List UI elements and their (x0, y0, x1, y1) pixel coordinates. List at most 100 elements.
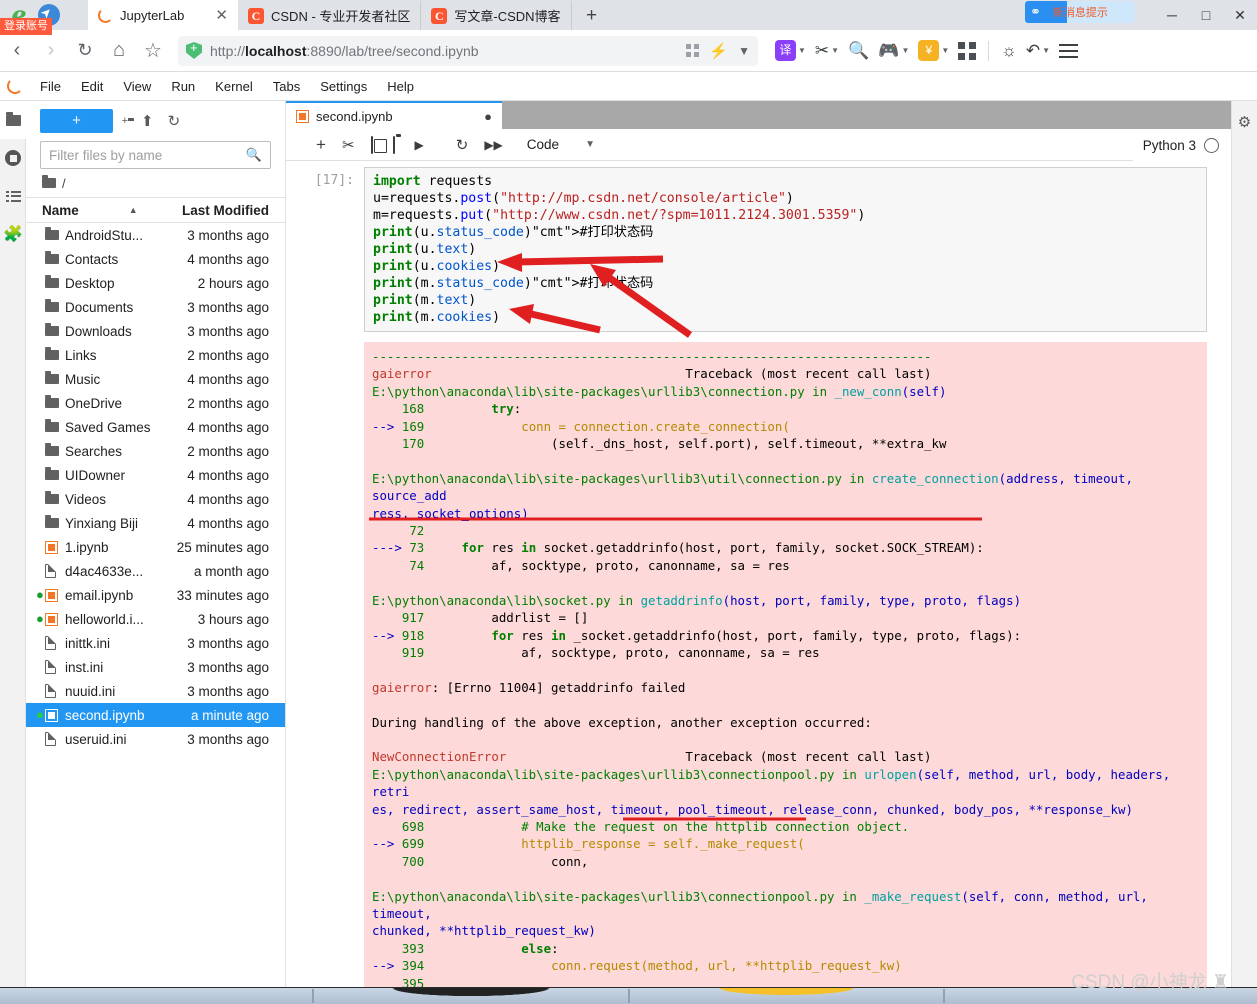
taskbar-item[interactable] (631, 988, 942, 1004)
file-list-item[interactable]: Links 2 months ago (26, 343, 285, 367)
file-list-item[interactable]: Contacts 4 months ago (26, 247, 285, 271)
column-header-name[interactable]: Name ▲ (42, 203, 165, 218)
kernel-status[interactable]: Python 3 (1132, 129, 1231, 161)
menu-kernel[interactable]: Kernel (205, 72, 263, 101)
brightness-icon[interactable]: ☼ (998, 41, 1020, 61)
browser-tab-jupyterlab[interactable]: JupyterLab ✕ (88, 0, 238, 30)
file-list-item[interactable]: Documents 3 months ago (26, 295, 285, 319)
folder-icon (45, 443, 65, 456)
kernel-name: Python 3 (1142, 137, 1196, 153)
cut-icon[interactable]: ✂ (342, 136, 355, 154)
menu-icon[interactable] (1056, 43, 1081, 58)
file-list-item[interactable]: d4ac4633e... a month ago (26, 559, 285, 583)
file-list-item[interactable]: Saved Games 4 months ago (26, 415, 285, 439)
taskbar-item[interactable] (0, 988, 310, 1004)
file-list-item[interactable]: useruid.ini 3 months ago (26, 727, 285, 751)
close-icon[interactable]: ✕ (203, 6, 228, 24)
extensions-icon[interactable]: 🧩 (0, 215, 26, 253)
minimize-button[interactable]: ─ (1155, 0, 1189, 30)
menu-edit[interactable]: Edit (71, 72, 113, 101)
maximize-button[interactable]: □ (1189, 0, 1223, 30)
scissors-icon[interactable]: ✂ ▼ (812, 41, 842, 61)
run-icon[interactable]: ▶ (415, 138, 424, 152)
filter-files-input[interactable] (49, 147, 246, 163)
file-list-item[interactable]: ● helloworld.i... 3 hours ago (26, 607, 285, 631)
copy-icon[interactable] (370, 135, 373, 154)
reload-icon[interactable]: ↻ (68, 40, 102, 61)
file-list-item[interactable]: Downloads 3 months ago (26, 319, 285, 343)
cell-type-select[interactable]: Code ▼ (527, 137, 595, 152)
file-list-item[interactable]: UIDowner 4 months ago (26, 463, 285, 487)
notebook-tab-second-ipynb[interactable]: second.ipynb ● (286, 101, 502, 129)
file-browser-icon[interactable] (0, 101, 26, 139)
game-icon[interactable]: 🎮 ▼ (875, 41, 912, 61)
translate-icon[interactable]: 译 ▼ (772, 40, 809, 61)
shield-yen-icon[interactable]: ¥ ▼ (915, 40, 952, 61)
menu-tabs[interactable]: Tabs (263, 72, 310, 101)
bookmark-star-icon[interactable]: ☆ (136, 38, 170, 63)
sort-ascending-icon: ▲ (128, 205, 138, 215)
forward-button[interactable]: › (34, 39, 68, 62)
file-list-item[interactable]: Searches 2 months ago (26, 439, 285, 463)
commands-icon[interactable] (0, 177, 26, 215)
bolt-icon[interactable]: ⚡ (709, 42, 728, 60)
file-list-item[interactable]: ● email.ipynb 33 minutes ago (26, 583, 285, 607)
apps-grid-icon[interactable] (955, 41, 979, 60)
file-list-item[interactable]: inst.ini 3 months ago (26, 655, 285, 679)
menu-settings[interactable]: Settings (310, 72, 377, 101)
qr-icon[interactable] (686, 44, 700, 57)
file-list-item[interactable]: Yinxiang Biji 4 months ago (26, 511, 285, 535)
menu-file[interactable]: File (30, 72, 71, 101)
file-list-item[interactable]: 1.ipynb 25 minutes ago (26, 535, 285, 559)
search-icon[interactable]: 🔍 (246, 147, 262, 163)
back-button[interactable]: ‹ (0, 39, 34, 62)
code-editor[interactable]: import requests u=requests.post("http://… (364, 167, 1207, 332)
search-icon[interactable]: 🔍 (845, 41, 872, 61)
jupyter-logo-icon (0, 72, 30, 101)
restart-kernel-icon[interactable]: ↻ (456, 136, 469, 154)
upload-icon[interactable]: ⬆ (141, 112, 154, 130)
menu-run[interactable]: Run (161, 72, 205, 101)
refresh-icon[interactable]: ↻ (168, 112, 181, 130)
close-button[interactable]: ✕ (1223, 0, 1257, 30)
running-indicator-icon: ● (36, 707, 44, 722)
account-notification-pill[interactable]: ⚭ 新消息提示 (1025, 1, 1135, 23)
jupyterlab-right-sidebar: ⚙ (1231, 101, 1257, 987)
file-list-item[interactable]: nuuid.ini 3 months ago (26, 679, 285, 703)
restart-run-all-icon[interactable]: ▶▶ (484, 138, 502, 152)
breadcrumb[interactable]: / (26, 169, 285, 197)
file-list-item[interactable]: OneDrive 2 months ago (26, 391, 285, 415)
breadcrumb-root[interactable]: / (62, 176, 66, 191)
file-list-item[interactable]: AndroidStu... 3 months ago (26, 223, 285, 247)
browser-tab-csdn-write[interactable]: C 写文章-CSDN博客 (421, 1, 572, 30)
undo-icon[interactable]: ↶ ▼ (1023, 41, 1053, 61)
property-inspector-icon[interactable]: ⚙ (1232, 113, 1257, 131)
notebook-cell: [17]: import requests u=requests.post("h… (286, 161, 1231, 332)
chevron-down-icon[interactable]: ▼ (738, 44, 750, 58)
filter-files-box[interactable]: 🔍 (40, 141, 271, 169)
file-list-item[interactable]: inittk.ini 3 months ago (26, 631, 285, 655)
file-name: email.ipynb (65, 587, 134, 603)
file-name: inittk.ini (65, 635, 111, 651)
security-shield-icon (186, 42, 202, 59)
file-list-item[interactable]: ● second.ipynb a minute ago (26, 703, 285, 727)
folder-icon (45, 371, 65, 384)
running-terminals-icon[interactable] (0, 139, 26, 177)
column-header-modified[interactable]: Last Modified (165, 203, 269, 218)
browser-extension-toolbar: 译 ▼ ✂ ▼ 🔍 🎮 ▼ ¥ ▼ ☼ ↶ ▼ (772, 40, 1081, 61)
menu-help[interactable]: Help (377, 72, 424, 101)
url-input[interactable]: http://localhost:8890/lab/tree/second.ip… (178, 35, 758, 66)
account-icon: ⚭ (1030, 4, 1041, 19)
insert-cell-icon[interactable]: + (316, 135, 326, 155)
file-list-item[interactable]: Videos 4 months ago (26, 487, 285, 511)
home-icon[interactable]: ⌂ (102, 39, 136, 62)
new-tab-button[interactable]: + (572, 1, 612, 30)
menu-view[interactable]: View (113, 72, 161, 101)
paste-icon[interactable] (392, 135, 395, 154)
new-launcher-button[interactable]: + (40, 109, 113, 133)
file-list-item[interactable]: Desktop 2 hours ago (26, 271, 285, 295)
browser-tab-csdn-community[interactable]: C CSDN - 专业开发者社区 (238, 1, 422, 30)
login-account-badge[interactable]: 登录账号 (0, 18, 52, 35)
taskbar-item[interactable] (315, 988, 626, 1004)
file-list-item[interactable]: Music 4 months ago (26, 367, 285, 391)
